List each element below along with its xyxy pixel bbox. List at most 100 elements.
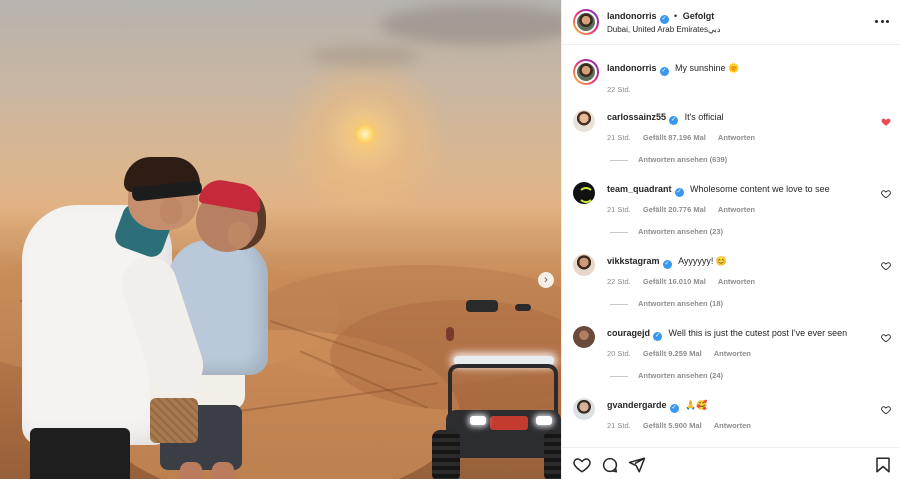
heart-icon[interactable] xyxy=(881,261,891,271)
sun xyxy=(356,125,374,143)
post-photo[interactable]: › xyxy=(0,0,561,479)
comment-text: It's official xyxy=(684,112,724,122)
comment-likes-link[interactable]: Gefällt 87.196 Mal xyxy=(643,133,706,142)
wheel xyxy=(544,430,561,479)
comment-item: team_quadrant ✓ Wholesome content we love… xyxy=(562,182,900,252)
comment-meta: 21 Std. Gefällt 5.900 Mal Antworten xyxy=(607,421,761,430)
comment-meta: 21 Std. Gefällt 87.196 Mal Antworten xyxy=(607,133,765,142)
caption-row: landonorris ✓ My sunshine 🌞 xyxy=(607,63,739,76)
comment-text-row: team_quadrant ✓ Wholesome content we love… xyxy=(607,184,830,197)
commenter-username[interactable]: carlossainz55 xyxy=(607,112,666,122)
comment-item: couragejd ✓ Well this is just the cutest … xyxy=(562,326,900,396)
commenter-avatar[interactable] xyxy=(573,326,595,348)
cloud xyxy=(380,5,561,45)
reply-button[interactable]: Antworten xyxy=(714,349,751,358)
comment-time: 21 Std. xyxy=(607,205,631,214)
comment-text-row: vikkstagram ✓ Ayyyyyy! 😊 xyxy=(607,256,727,269)
commenter-username[interactable]: vikkstagram xyxy=(607,256,660,266)
view-replies-label: Antworten ansehen (23) xyxy=(638,227,724,236)
verified-badge-icon: ✓ xyxy=(669,404,679,413)
commenter-username[interactable]: team_quadrant xyxy=(607,184,672,194)
comment-meta: 22 Std. Gefällt 16.010 Mal Antworten xyxy=(607,277,765,286)
author-username[interactable]: landonorris xyxy=(607,11,657,21)
commenter-avatar[interactable] xyxy=(573,110,595,132)
comment-likes-link[interactable]: Gefällt 9.259 Mal xyxy=(643,349,702,358)
post-actions-bar xyxy=(562,447,900,479)
heart-icon[interactable] xyxy=(881,189,891,199)
comment-text-row: gvandergarde ✓ 🙏🥰 xyxy=(607,400,707,413)
wheel xyxy=(432,430,460,479)
commenter-username[interactable]: couragejd xyxy=(607,328,650,338)
reply-button[interactable]: Antworten xyxy=(718,205,755,214)
commenter-avatar[interactable] xyxy=(573,254,595,276)
bookmark-icon[interactable] xyxy=(874,456,892,474)
chevron-right-icon: › xyxy=(544,273,548,286)
replies-dash xyxy=(610,375,628,377)
dune-buggy xyxy=(432,352,561,479)
handbag xyxy=(150,398,198,443)
comment-text: Wholesome content we love to see xyxy=(690,184,830,194)
reply-button[interactable]: Antworten xyxy=(714,421,751,430)
heart-icon[interactable] xyxy=(573,456,591,474)
comment-text: Well this is just the cutest post I've e… xyxy=(668,328,848,338)
caption-username[interactable]: landonorris xyxy=(607,63,657,73)
post-header: landonorris ✓ • Gefolgt Dubai, United Ara… xyxy=(562,0,900,45)
headlight xyxy=(470,416,486,425)
woman-leg xyxy=(212,462,234,479)
distant-buggy xyxy=(515,304,531,311)
distant-buggy xyxy=(466,300,498,312)
replies-dash xyxy=(610,159,628,161)
replies-dash xyxy=(610,303,628,305)
comment-time: 20 Std. xyxy=(607,349,631,358)
distant-person xyxy=(446,327,454,341)
replies-dash xyxy=(610,231,628,233)
view-replies-label: Antworten ansehen (18) xyxy=(638,299,724,308)
commenter-avatar[interactable] xyxy=(573,182,595,204)
comment-time: 22 Std. xyxy=(607,277,631,286)
commenter-username[interactable]: gvandergarde xyxy=(607,400,667,410)
headlight xyxy=(536,416,552,425)
comment-time: 21 Std. xyxy=(607,133,631,142)
view-replies-button[interactable]: Antworten ansehen (23) xyxy=(610,227,723,236)
comment-likes-link[interactable]: Gefällt 16.010 Mal xyxy=(643,277,706,286)
view-replies-button[interactable]: Antworten ansehen (24) xyxy=(610,371,723,380)
comment-icon[interactable] xyxy=(601,456,619,474)
view-replies-label: Antworten ansehen (639) xyxy=(638,155,728,164)
verified-badge-icon: ✓ xyxy=(662,260,672,269)
location-link[interactable]: Dubai, United Arab Emiratesدبي xyxy=(607,25,720,34)
author-avatar[interactable] xyxy=(573,9,599,35)
view-replies-label: Antworten ansehen (24) xyxy=(638,371,724,380)
verified-badge-icon: ✓ xyxy=(653,332,663,341)
more-options-icon[interactable] xyxy=(875,14,889,28)
commenter-avatar[interactable] xyxy=(573,398,595,420)
separator-dot: • xyxy=(674,11,678,21)
view-replies-button[interactable]: Antworten ansehen (639) xyxy=(610,155,727,164)
comment-item: carlossainz55 ✓ It's official 21 Std. Gef… xyxy=(562,110,900,180)
cloud xyxy=(310,45,420,67)
follow-status-button[interactable]: Gefolgt xyxy=(683,11,715,21)
verified-badge-icon: ✓ xyxy=(674,188,684,197)
post-side-panel: landonorris ✓ • Gefolgt Dubai, United Ara… xyxy=(561,0,900,479)
heart-icon[interactable] xyxy=(881,333,891,343)
comment-meta: 21 Std. Gefällt 20.776 Mal Antworten xyxy=(607,205,765,214)
share-icon[interactable] xyxy=(628,456,646,474)
comment-time: 21 Std. xyxy=(607,421,631,430)
comment-item: gvandergarde ✓ 🙏🥰 21 Std. Gefällt 5.900 M… xyxy=(562,398,900,446)
comment-likes-link[interactable]: Gefällt 20.776 Mal xyxy=(643,205,706,214)
author-row: landonorris ✓ • Gefolgt xyxy=(607,11,714,24)
verified-badge-icon: ✓ xyxy=(659,67,669,76)
caption-avatar[interactable] xyxy=(573,59,599,85)
reply-button[interactable]: Antworten xyxy=(718,133,755,142)
view-replies-button[interactable]: Antworten ansehen (18) xyxy=(610,299,723,308)
reply-button[interactable]: Antworten xyxy=(718,277,755,286)
comment-text-row: couragejd ✓ Well this is just the cutest … xyxy=(607,328,847,341)
caption-text: My sunshine 🌞 xyxy=(675,63,740,73)
comment-likes-link[interactable]: Gefällt 5.900 Mal xyxy=(643,421,702,430)
comment-text-row: carlossainz55 ✓ It's official xyxy=(607,112,724,125)
heart-icon[interactable] xyxy=(881,405,891,415)
heart-icon[interactable] xyxy=(881,117,891,127)
comment-item: vikkstagram ✓ Ayyyyyy! 😊 22 Std. Gefällt … xyxy=(562,254,900,324)
next-photo-button[interactable]: › xyxy=(538,272,554,288)
man-shorts xyxy=(30,428,130,479)
woman-leg xyxy=(180,462,202,479)
